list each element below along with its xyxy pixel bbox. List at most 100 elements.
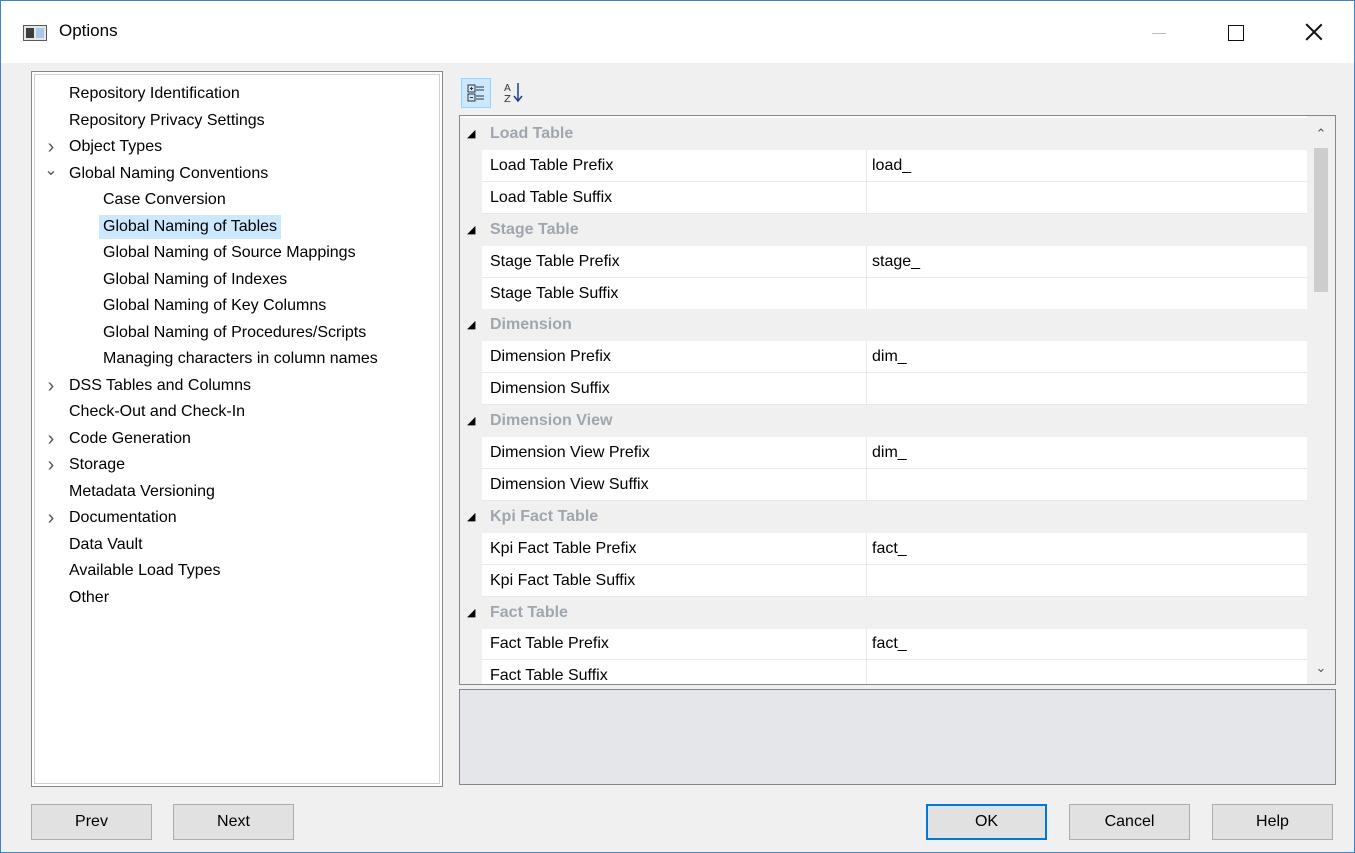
property-category-row[interactable]: ◢ Stage Table — [460, 213, 1308, 246]
chevron-right-icon[interactable]: › — [44, 426, 58, 452]
chevron-right-icon[interactable]: › — [44, 452, 58, 478]
scroll-up-icon[interactable]: ⌃ — [1307, 122, 1335, 146]
column-divider — [866, 660, 867, 684]
column-divider — [866, 149, 867, 182]
property-row[interactable]: Dimension View Prefix dim_ — [460, 437, 1308, 469]
tree-item[interactable]: › Documentation — [35, 505, 435, 531]
property-row[interactable]: Stage Table Suffix — [460, 277, 1308, 310]
ok-button[interactable]: OK — [926, 804, 1047, 840]
tree-item-label: Global Naming of Indexes — [103, 270, 288, 288]
property-category-label: Dimension — [490, 316, 572, 334]
chevron-right-icon[interactable]: › — [44, 134, 58, 160]
property-row[interactable]: Stage Table Prefix stage_ — [460, 245, 1308, 278]
help-button[interactable]: Help — [1212, 804, 1333, 840]
tree-item[interactable]: Managing characters in column names — [35, 346, 435, 372]
property-category-row[interactable]: ◢ Load Table — [460, 118, 1308, 150]
property-row-margin — [460, 341, 482, 374]
property-row[interactable]: Kpi Fact Table Suffix — [460, 564, 1308, 597]
minimize-button[interactable] — [1136, 11, 1182, 55]
property-row[interactable]: Kpi Fact Table Prefix fact_ — [460, 532, 1308, 565]
tree-item[interactable]: Metadata Versioning — [35, 479, 435, 505]
property-value[interactable]: fact_ — [872, 533, 907, 565]
property-category-row[interactable]: ◢ Dimension View — [460, 405, 1308, 438]
tree-item-label: Global Naming of Source Mappings — [103, 244, 356, 261]
alphabetical-sort-button[interactable]: A Z — [499, 78, 529, 108]
property-row[interactable]: Fact Table Suffix — [460, 660, 1308, 684]
tree-item-label: Global Naming Conventions — [69, 164, 269, 182]
tree-item-label: Case Conversion — [103, 191, 226, 208]
prev-button[interactable]: Prev — [31, 804, 152, 840]
collapse-triangle-icon[interactable]: ◢ — [467, 309, 475, 341]
tree-item[interactable]: Data Vault — [35, 532, 435, 558]
property-value[interactable]: stage_ — [872, 246, 920, 278]
property-name: Dimension Suffix — [490, 380, 610, 398]
chevron-right-icon[interactable]: › — [44, 505, 58, 531]
scrollbar-thumb[interactable] — [1314, 148, 1328, 292]
collapse-triangle-icon[interactable]: ◢ — [467, 597, 475, 629]
categorized-view-button[interactable] — [461, 78, 491, 108]
property-row[interactable]: Dimension Suffix — [460, 373, 1308, 406]
property-category-row[interactable]: ◢ Fact Table — [460, 596, 1308, 629]
property-row-margin — [460, 532, 482, 565]
close-button[interactable] — [1291, 11, 1337, 55]
tree-item-label: Other — [69, 588, 110, 606]
maximize-button[interactable] — [1213, 11, 1259, 55]
tree-item[interactable]: › DSS Tables and Columns — [35, 373, 435, 399]
tree-item[interactable]: Global Naming of Key Columns — [35, 293, 435, 319]
scroll-down-icon[interactable]: ⌄ — [1307, 656, 1335, 680]
property-value[interactable]: dim_ — [872, 437, 907, 469]
property-row[interactable]: Load Table Prefix load_ — [460, 149, 1308, 182]
property-category-label: Fact Table — [490, 603, 568, 621]
column-divider — [866, 468, 867, 501]
property-row[interactable]: Load Table Suffix — [460, 181, 1308, 214]
cancel-button[interactable]: Cancel — [1069, 804, 1190, 840]
column-divider — [866, 245, 867, 278]
property-name: Stage Table Suffix — [490, 284, 619, 302]
property-row-margin — [460, 437, 482, 469]
property-grid-scrollbar[interactable]: ⌃ ⌄ — [1307, 116, 1335, 684]
categorized-view-icon — [467, 84, 484, 102]
property-value[interactable]: load_ — [872, 150, 911, 182]
property-row[interactable]: Dimension View Suffix — [460, 468, 1308, 501]
next-button[interactable]: Next — [173, 804, 294, 840]
tree-item[interactable]: Repository Privacy Settings — [35, 108, 435, 134]
property-row[interactable]: Dimension Prefix dim_ — [460, 341, 1308, 374]
tree-item[interactable]: › Storage — [35, 452, 435, 478]
collapse-triangle-icon[interactable]: ◢ — [467, 405, 475, 437]
collapse-triangle-icon[interactable]: ◢ — [467, 214, 475, 246]
options-dialog: Options Repository Identification Reposit… — [0, 0, 1355, 853]
tree-item[interactable]: Case Conversion — [35, 187, 435, 213]
tree-item[interactable]: Repository Identification — [35, 81, 435, 107]
property-name: Load Table Suffix — [490, 188, 613, 206]
property-category-label: Dimension View — [490, 412, 613, 430]
property-value[interactable]: fact_ — [872, 628, 907, 660]
property-name: Dimension View Suffix — [490, 475, 649, 493]
tree-item[interactable]: Global Naming of Indexes — [35, 267, 435, 293]
collapse-triangle-icon[interactable]: ◢ — [467, 501, 475, 533]
tree-item[interactable]: › Object Types — [35, 134, 435, 160]
tree-item[interactable]: Other — [35, 585, 435, 611]
tree-item-label: Code Generation — [69, 429, 191, 447]
tree-item[interactable]: Check-Out and Check-In — [35, 399, 435, 425]
tree-item[interactable]: Global Naming of Tables — [35, 214, 435, 240]
sort-alphabetical-icon: A Z — [504, 83, 523, 105]
tree-item[interactable]: ⌄ Global Naming Conventions — [35, 161, 435, 187]
tree-item[interactable]: Global Naming of Source Mappings — [35, 240, 435, 266]
tree-item-label: Managing characters in column names — [103, 350, 378, 367]
tree-item[interactable]: Available Load Types — [35, 558, 435, 584]
column-divider — [866, 341, 867, 374]
property-value[interactable]: dim_ — [872, 341, 907, 373]
property-row-margin — [460, 245, 482, 278]
tree-item[interactable]: › Code Generation — [35, 426, 435, 452]
property-category-row[interactable]: ◢ Dimension — [460, 309, 1308, 342]
property-category-row[interactable]: ◢ Kpi Fact Table — [460, 500, 1308, 533]
property-row[interactable]: Fact Table Prefix fact_ — [460, 628, 1308, 661]
chevron-down-icon[interactable]: ⌄ — [44, 161, 58, 187]
property-name: Kpi Fact Table Suffix — [490, 571, 636, 589]
chevron-right-icon[interactable]: › — [44, 373, 58, 399]
tree-item-label: Repository Identification — [69, 85, 240, 102]
tree-item[interactable]: Global Naming of Procedures/Scripts — [35, 320, 435, 346]
tree-item-label: Global Naming of Procedures/Scripts — [103, 323, 367, 341]
tree-item-label: Storage — [69, 456, 126, 473]
collapse-triangle-icon[interactable]: ◢ — [467, 118, 475, 150]
